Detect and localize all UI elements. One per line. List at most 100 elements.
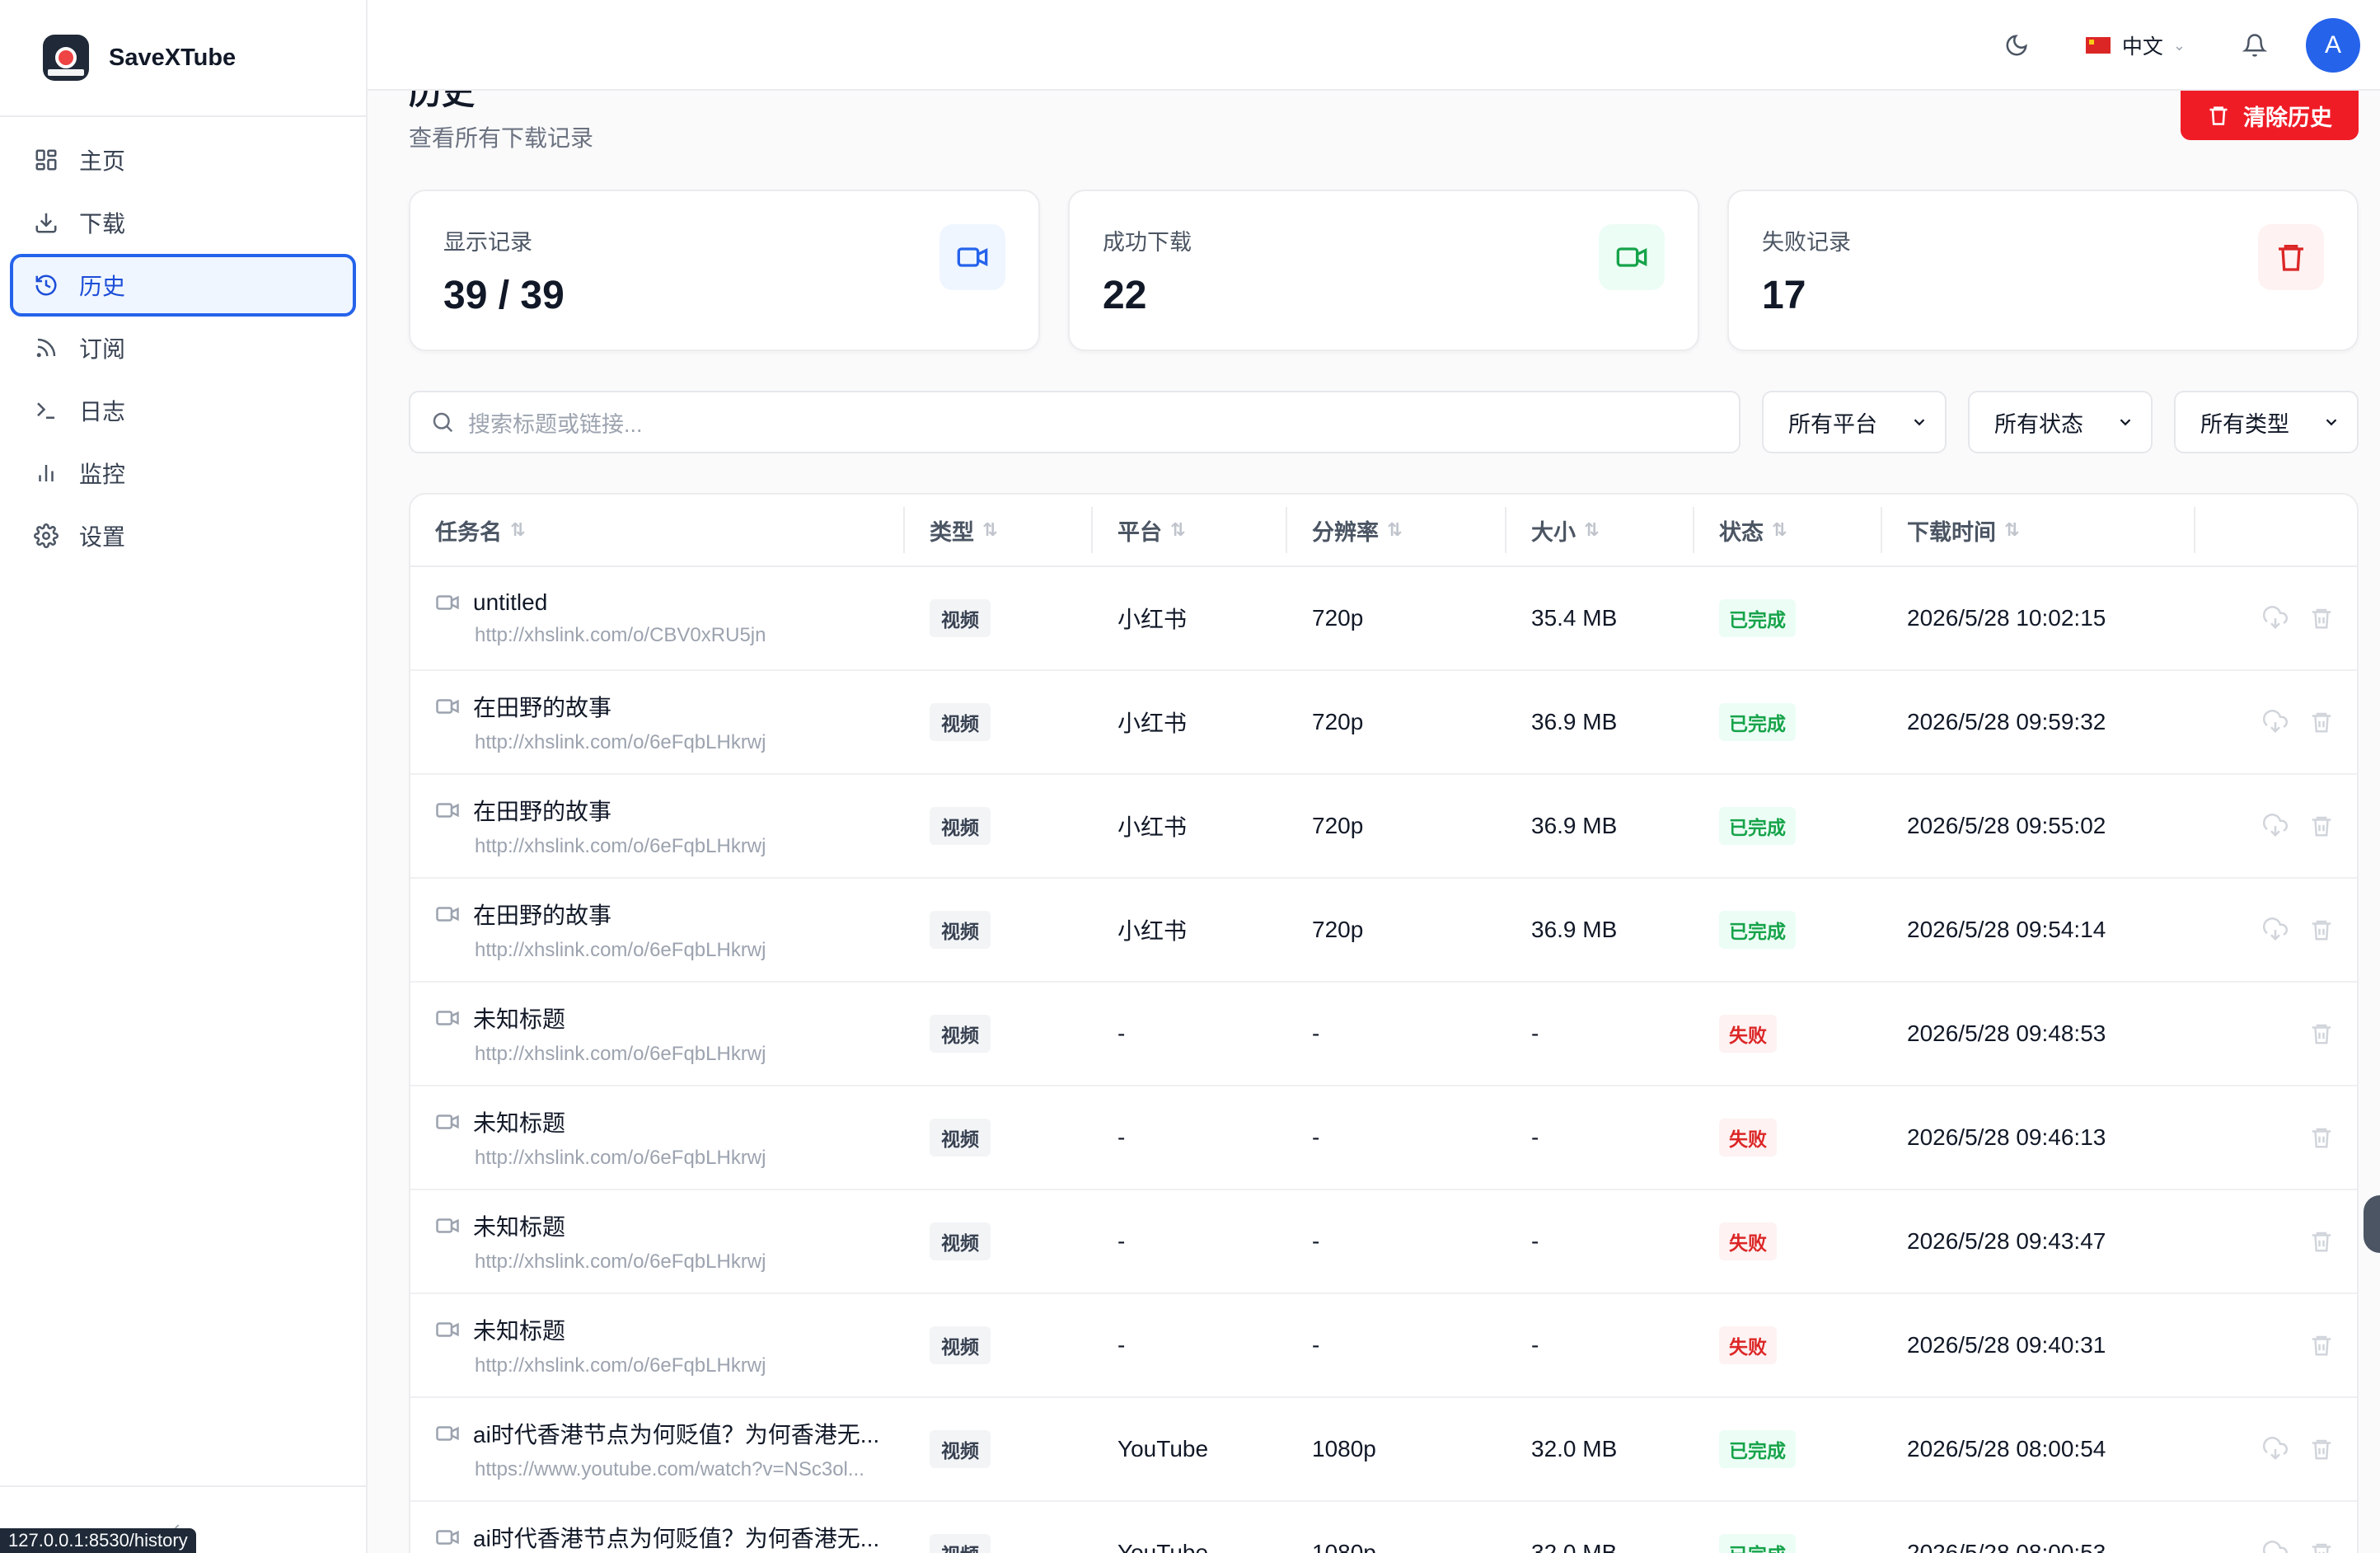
type-select[interactable]: 所有类型 bbox=[2174, 391, 2359, 453]
clear-history-button[interactable]: 清除历史 bbox=[2181, 91, 2359, 140]
status-cell: 已完成 bbox=[1694, 703, 1882, 741]
terminal-icon bbox=[33, 397, 59, 424]
task-url[interactable]: http://xhslink.com/o/6eFqbLHkrwj bbox=[475, 1043, 766, 1066]
sidebar-item-download[interactable]: 下载 bbox=[10, 191, 356, 254]
type-cell: 视频 bbox=[905, 1534, 1093, 1553]
delete-trash-icon[interactable] bbox=[2309, 1541, 2334, 1553]
task-title: ai时代香港节点为何贬值？为何香港无... bbox=[473, 1422, 880, 1447]
brand[interactable]: SaveXTube bbox=[0, 0, 366, 117]
column-label: 类型 bbox=[930, 519, 974, 545]
sort-icon: ⇅ bbox=[982, 519, 998, 540]
delete-trash-icon[interactable] bbox=[2309, 917, 2334, 942]
sidebar-item-settings[interactable]: 设置 bbox=[10, 504, 356, 567]
time-cell: 2026/5/28 09:40:31 bbox=[1907, 1332, 2106, 1358]
redownload-cloud-icon[interactable] bbox=[2263, 1437, 2288, 1462]
table-row[interactable]: 未知标题 http://xhslink.com/o/6eFqbLHkrwj 视频… bbox=[410, 1294, 2357, 1398]
sidebar-item-history[interactable]: 历史 bbox=[10, 254, 356, 317]
task-url[interactable]: http://xhslink.com/o/6eFqbLHkrwj bbox=[475, 1354, 766, 1377]
status-badge: 失败 bbox=[1719, 1015, 1777, 1053]
resolution-cell: 1080p bbox=[1312, 1540, 1376, 1553]
stat-value: 39 / 39 bbox=[443, 274, 565, 317]
table-row[interactable]: untitled http://xhslink.com/o/CBV0xRU5jn… bbox=[410, 567, 2357, 671]
delete-trash-icon[interactable] bbox=[2309, 606, 2334, 631]
redownload-cloud-icon[interactable] bbox=[2263, 710, 2288, 734]
status-cell: 失败 bbox=[1694, 1015, 1882, 1053]
task-cell: 未知标题 http://xhslink.com/o/6eFqbLHkrwj bbox=[410, 1105, 905, 1170]
actions-cell bbox=[2195, 1229, 2357, 1254]
table-row[interactable]: 在田野的故事 http://xhslink.com/o/6eFqbLHkrwj … bbox=[410, 775, 2357, 879]
delete-trash-icon[interactable] bbox=[2309, 1333, 2334, 1358]
delete-trash-icon[interactable] bbox=[2309, 1437, 2334, 1462]
table-row[interactable]: ai时代香港节点为何贬值？为何香港无... https://www.youtub… bbox=[410, 1398, 2357, 1502]
video-icon bbox=[939, 224, 1005, 290]
table-row[interactable]: 未知标题 http://xhslink.com/o/6eFqbLHkrwj 视频… bbox=[410, 1086, 2357, 1190]
sidebar-item-home[interactable]: 主页 bbox=[10, 129, 356, 191]
status-select[interactable]: 所有状态 bbox=[1968, 391, 2153, 453]
rss-icon bbox=[33, 335, 59, 361]
table-row[interactable]: ai时代香港节点为何贬值？为何香港无... https://www.youtub… bbox=[410, 1502, 2357, 1553]
video-icon bbox=[435, 1110, 460, 1134]
bell-icon[interactable] bbox=[2235, 26, 2275, 65]
delete-trash-icon[interactable] bbox=[2309, 1021, 2334, 1046]
time-cell: 2026/5/28 09:43:47 bbox=[1907, 1228, 2106, 1254]
task-url[interactable]: http://xhslink.com/o/CBV0xRU5jn bbox=[475, 624, 766, 647]
sidebar-item-subscriptions[interactable]: 订阅 bbox=[10, 317, 356, 379]
redownload-cloud-icon[interactable] bbox=[2263, 1541, 2288, 1553]
type-badge: 视频 bbox=[930, 1222, 991, 1260]
sort-icon: ⇅ bbox=[1772, 519, 1787, 540]
stat-card-failed: 失败记录 17 bbox=[1727, 190, 2359, 351]
stat-label: 失败记录 bbox=[1762, 230, 1851, 255]
size-cell: 32.0 MB bbox=[1531, 1436, 1618, 1462]
resolution-cell: - bbox=[1312, 1020, 1320, 1046]
redownload-cloud-icon[interactable] bbox=[2263, 606, 2288, 631]
sidebar-item-logs[interactable]: 日志 bbox=[10, 379, 356, 442]
language-selector[interactable]: 中文 ⌄ bbox=[2085, 30, 2186, 60]
task-title: 在田野的故事 bbox=[473, 695, 612, 720]
sidebar-item-label: 设置 bbox=[79, 524, 126, 550]
delete-trash-icon[interactable] bbox=[2309, 710, 2334, 734]
status-cell: 已完成 bbox=[1694, 1534, 1882, 1553]
sort-icon: ⇅ bbox=[510, 519, 526, 540]
task-url[interactable]: http://xhslink.com/o/6eFqbLHkrwj bbox=[475, 835, 766, 858]
status-badge: 已完成 bbox=[1719, 1430, 1796, 1468]
redownload-cloud-icon[interactable] bbox=[2263, 814, 2288, 838]
redownload-cloud-icon[interactable] bbox=[2263, 917, 2288, 942]
floating-panel-handle[interactable] bbox=[2364, 1195, 2380, 1253]
search-input[interactable]: 搜索标题或链接... bbox=[409, 391, 1740, 453]
sidebar-nav: 主页 下载 历史 订阅 日志 监控 设置 bbox=[0, 117, 366, 567]
column-header-time[interactable]: 下载时间 ⇅ bbox=[1882, 507, 2195, 553]
actions-cell bbox=[2195, 1541, 2357, 1553]
table-header: 任务名 ⇅ 类型 ⇅ 平台 ⇅ 分辨率 ⇅ 大小 ⇅ 状态 ⇅ 下载时间 ⇅ bbox=[410, 495, 2357, 567]
column-header-size[interactable]: 大小 ⇅ bbox=[1506, 507, 1694, 553]
status-cell: 失败 bbox=[1694, 1326, 1882, 1364]
task-url[interactable]: https://www.youtube.com/watch?v=NSc3ol..… bbox=[475, 1458, 864, 1481]
table-row[interactable]: 在田野的故事 http://xhslink.com/o/6eFqbLHkrwj … bbox=[410, 671, 2357, 775]
sidebar-item-monitor[interactable]: 监控 bbox=[10, 442, 356, 504]
chevron-down-icon bbox=[2116, 413, 2134, 431]
table-row[interactable]: 未知标题 http://xhslink.com/o/6eFqbLHkrwj 视频… bbox=[410, 1190, 2357, 1294]
task-url[interactable]: http://xhslink.com/o/6eFqbLHkrwj bbox=[475, 1147, 766, 1170]
resolution-cell: - bbox=[1312, 1332, 1320, 1358]
column-header-task[interactable]: 任务名 ⇅ bbox=[410, 507, 905, 553]
delete-trash-icon[interactable] bbox=[2309, 1229, 2334, 1254]
platform-select[interactable]: 所有平台 bbox=[1762, 391, 1947, 453]
table-row[interactable]: 未知标题 http://xhslink.com/o/6eFqbLHkrwj 视频… bbox=[410, 983, 2357, 1086]
column-header-type[interactable]: 类型 ⇅ bbox=[905, 507, 1093, 553]
column-header-platform[interactable]: 平台 ⇅ bbox=[1093, 507, 1287, 553]
task-url[interactable]: http://xhslink.com/o/6eFqbLHkrwj bbox=[475, 731, 766, 754]
delete-trash-icon[interactable] bbox=[2309, 814, 2334, 838]
task-url[interactable]: http://xhslink.com/o/6eFqbLHkrwj bbox=[475, 1250, 766, 1274]
avatar[interactable]: A bbox=[2306, 18, 2360, 73]
type-cell: 视频 bbox=[905, 1222, 1093, 1260]
column-header-resolution[interactable]: 分辨率 ⇅ bbox=[1287, 507, 1506, 553]
table-row[interactable]: 在田野的故事 http://xhslink.com/o/6eFqbLHkrwj … bbox=[410, 879, 2357, 983]
task-url[interactable]: http://xhslink.com/o/6eFqbLHkrwj bbox=[475, 939, 766, 962]
search-icon bbox=[430, 410, 455, 434]
column-header-status[interactable]: 状态 ⇅ bbox=[1694, 507, 1882, 553]
dark-mode-moon-icon[interactable] bbox=[1997, 26, 2036, 65]
size-cell: 35.4 MB bbox=[1531, 605, 1618, 631]
history-table: 任务名 ⇅ 类型 ⇅ 平台 ⇅ 分辨率 ⇅ 大小 ⇅ 状态 ⇅ 下载时间 ⇅ untitled… bbox=[409, 493, 2359, 1553]
type-cell: 视频 bbox=[905, 911, 1093, 949]
resolution-cell: - bbox=[1312, 1124, 1320, 1150]
delete-trash-icon[interactable] bbox=[2309, 1125, 2334, 1150]
